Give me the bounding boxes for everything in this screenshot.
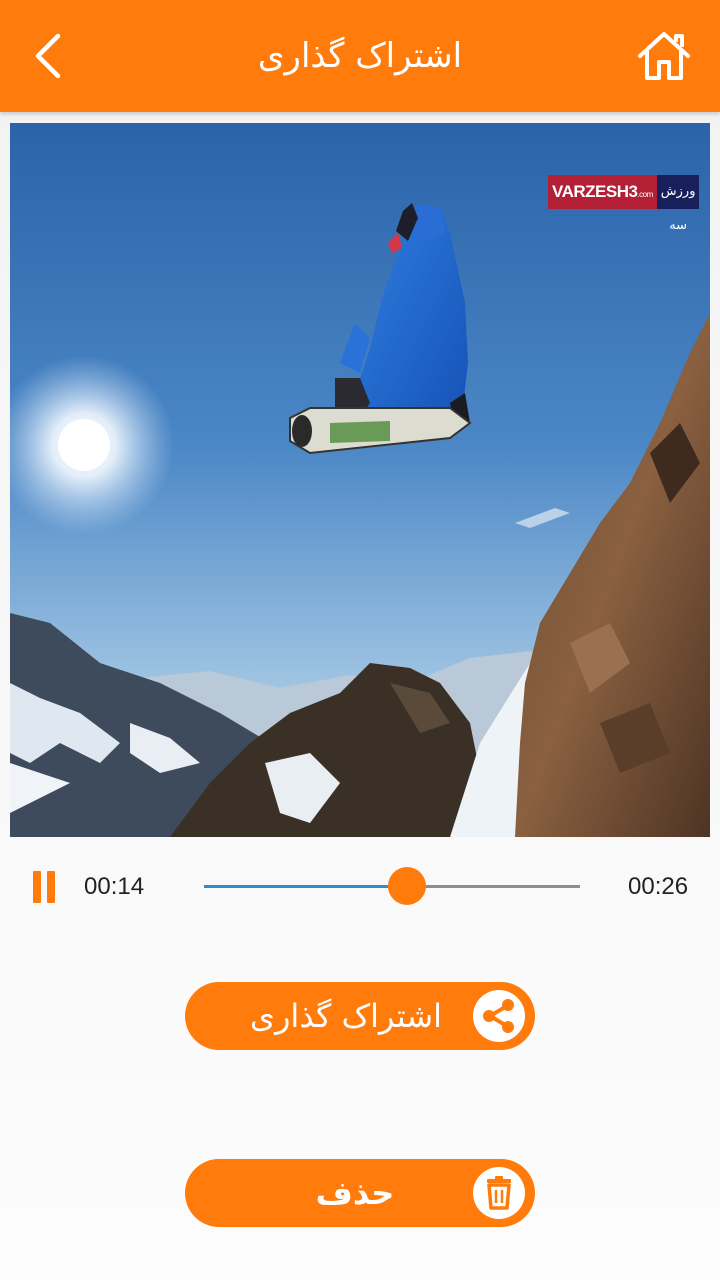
- seek-bar-thumb[interactable]: [388, 867, 427, 905]
- back-button[interactable]: [20, 26, 80, 86]
- share-button[interactable]: اشتراک گذاری: [185, 982, 535, 1050]
- chevron-left-icon: [35, 33, 61, 79]
- trash-icon: [473, 1167, 525, 1219]
- seek-bar-progress: [204, 885, 408, 888]
- seek-bar[interactable]: [204, 867, 580, 905]
- watermark-brand: VARZESH3.com: [548, 175, 657, 209]
- channel-watermark: VARZESH3.com ورزش سه: [548, 175, 700, 233]
- player-controls: 00:14 00:26: [0, 845, 720, 929]
- pause-button[interactable]: [30, 869, 60, 905]
- video-preview[interactable]: VARZESH3.com ورزش سه: [10, 123, 710, 837]
- share-button-label: اشتراک گذاری: [249, 997, 443, 1035]
- video-frame-image: [10, 123, 710, 837]
- page-title: اشتراک گذاری: [257, 36, 463, 76]
- watermark-persian: ورزش سه: [656, 175, 700, 233]
- pause-bar-right: [47, 871, 55, 903]
- share-icon: [473, 990, 525, 1042]
- delete-button-label: حذف: [315, 1174, 395, 1212]
- delete-button[interactable]: حذف: [185, 1159, 535, 1227]
- app-bar: اشتراک گذاری: [0, 0, 720, 112]
- current-time: 00:14: [84, 873, 145, 900]
- total-time: 00:26: [628, 873, 689, 900]
- pause-bar-left: [33, 871, 41, 903]
- home-button[interactable]: [632, 24, 696, 88]
- pause-icon: [30, 869, 60, 905]
- home-icon: [638, 32, 690, 80]
